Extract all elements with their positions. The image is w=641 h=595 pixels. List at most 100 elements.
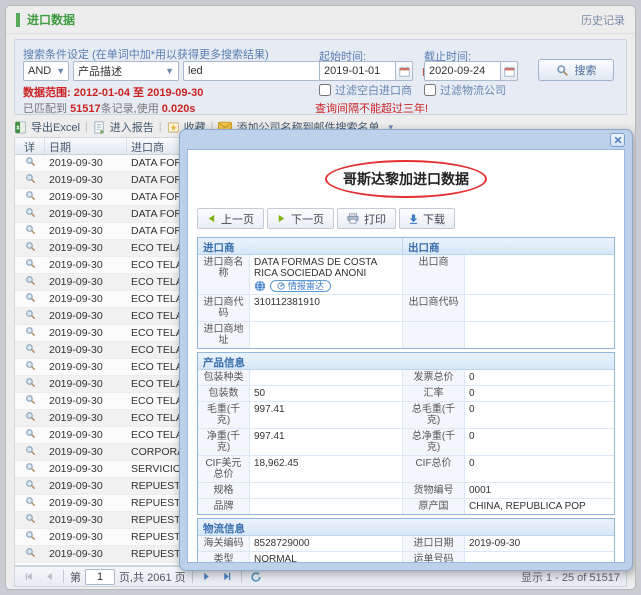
search-field-select[interactable]: 产品描述 ▼ xyxy=(73,61,179,81)
field-value: CHINA, REPUBLICA POP xyxy=(465,499,614,514)
field-value: 997.41 xyxy=(250,402,403,428)
field-value: 0001 xyxy=(465,483,614,498)
row-detail-cell[interactable] xyxy=(15,309,45,323)
magnifier-icon xyxy=(25,462,36,473)
row-detail-cell[interactable] xyxy=(15,190,45,204)
header-date[interactable]: 日期 xyxy=(45,138,127,154)
field-value xyxy=(250,499,403,514)
row-detail-cell[interactable] xyxy=(15,428,45,442)
row-date: 2019-09-30 xyxy=(45,191,127,203)
row-detail-cell[interactable] xyxy=(15,156,45,170)
magnifier-icon xyxy=(25,428,36,439)
row-detail-cell[interactable] xyxy=(15,224,45,238)
filter-blank-importer-checkbox[interactable]: 过滤空白进口商 xyxy=(319,82,412,98)
page-title: 进口数据 xyxy=(27,11,75,28)
arrow-right-icon xyxy=(277,214,286,223)
field-value: NORMAL xyxy=(250,552,403,563)
logistics-rows: 海关编码 8528729000 进口日期 2019-09-30 类型 NORMA… xyxy=(198,536,614,563)
row-date: 2019-09-30 xyxy=(45,225,127,237)
field-value: 8528729000 xyxy=(250,536,403,551)
row-date: 2019-09-30 xyxy=(45,531,127,543)
checkbox-icon[interactable] xyxy=(424,84,436,96)
row-detail-cell[interactable] xyxy=(15,377,45,391)
search-button[interactable]: 搜索 xyxy=(538,59,614,81)
field-value: 0 xyxy=(465,386,614,401)
header-detail[interactable]: 详细 xyxy=(15,138,45,154)
report-icon xyxy=(93,121,106,134)
field-value: 0 xyxy=(465,402,614,428)
end-date-input[interactable] xyxy=(424,61,500,81)
export-excel-button[interactable]: 导出Excel xyxy=(14,119,80,135)
field-value: 0 xyxy=(465,429,614,455)
row-date: 2019-09-30 xyxy=(45,497,127,509)
filter-logistics-checkbox[interactable]: 过滤物流公司 xyxy=(424,82,506,98)
enter-report-button[interactable]: 进入报告 xyxy=(93,119,154,135)
detail-row: 包装数 50 汇率 0 xyxy=(198,386,614,402)
detail-row: 类型 NORMAL 运单号码 xyxy=(198,552,614,563)
row-date: 2019-09-30 xyxy=(45,327,127,339)
next-record-button[interactable]: 下一页 xyxy=(267,208,334,229)
field-value xyxy=(250,370,403,385)
intel-radar-badge[interactable]: 情报雷达 xyxy=(270,280,331,292)
field-label: 原产国 xyxy=(403,499,465,514)
download-button[interactable]: 下载 xyxy=(399,208,455,229)
print-button[interactable]: 打印 xyxy=(337,208,396,229)
importer-section-header: 进口商 xyxy=(198,238,403,254)
start-date-input[interactable] xyxy=(319,61,395,81)
importer-name-label: 进口商名称 xyxy=(198,255,250,294)
row-detail-cell[interactable] xyxy=(15,513,45,527)
row-date: 2019-09-30 xyxy=(45,548,127,560)
field-label: 类型 xyxy=(198,552,250,563)
row-detail-cell[interactable] xyxy=(15,394,45,408)
row-detail-cell[interactable] xyxy=(15,530,45,544)
row-detail-cell[interactable] xyxy=(15,241,45,255)
row-detail-cell[interactable] xyxy=(15,496,45,510)
row-detail-cell[interactable] xyxy=(15,479,45,493)
matched-time: 0.020s xyxy=(162,103,196,115)
row-date: 2019-09-30 xyxy=(45,412,127,424)
field-value: 0 xyxy=(465,456,614,482)
row-detail-cell[interactable] xyxy=(15,445,45,459)
row-detail-cell[interactable] xyxy=(15,343,45,357)
row-detail-cell[interactable] xyxy=(15,564,45,565)
detail-row: 海关编码 8528729000 进口日期 2019-09-30 xyxy=(198,536,614,552)
magnifier-icon xyxy=(25,394,36,405)
matched-records-line: 已匹配到 51517条记录,使用 0.020s xyxy=(23,100,195,116)
boolean-operator-select[interactable]: AND ▼ xyxy=(23,61,69,81)
row-detail-cell[interactable] xyxy=(15,547,45,561)
row-detail-cell[interactable] xyxy=(15,411,45,425)
row-detail-cell[interactable] xyxy=(15,275,45,289)
close-icon[interactable] xyxy=(610,133,625,147)
row-detail-cell[interactable] xyxy=(15,462,45,476)
row-detail-cell[interactable] xyxy=(15,360,45,374)
calendar-icon[interactable] xyxy=(395,61,413,81)
keyword-input[interactable] xyxy=(183,61,335,81)
history-link[interactable]: 历史记录 xyxy=(581,12,625,28)
row-detail-cell[interactable] xyxy=(15,326,45,340)
download-icon xyxy=(409,214,418,224)
field-value: 18,962.45 xyxy=(250,456,403,482)
exporter-code-label: 出口商代码 xyxy=(403,295,465,321)
row-detail-cell[interactable] xyxy=(15,258,45,272)
field-label: 总毛重(千克) xyxy=(403,402,465,428)
logistics-section-header: 物流信息 xyxy=(198,519,614,535)
row-detail-cell[interactable] xyxy=(15,292,45,306)
exporter-code-value xyxy=(465,295,614,321)
page-number-input[interactable] xyxy=(85,569,115,585)
magnifier-icon xyxy=(25,309,36,320)
globe-icon[interactable] xyxy=(254,280,266,292)
checkbox-icon[interactable] xyxy=(319,84,331,96)
prev-page-icon[interactable] xyxy=(41,569,57,585)
modal-toolbar: 上一页 下一页 打印 下载 xyxy=(197,208,615,229)
matched-count: 51517 xyxy=(70,103,101,115)
prev-record-button[interactable]: 上一页 xyxy=(197,208,264,229)
row-detail-cell[interactable] xyxy=(15,173,45,187)
calendar-icon[interactable] xyxy=(500,61,518,81)
magnifier-icon xyxy=(25,377,36,388)
first-page-icon[interactable] xyxy=(21,569,37,585)
row-detail-cell[interactable] xyxy=(15,207,45,221)
field-label: 包装种类 xyxy=(198,370,250,385)
field-label: 发票总价 xyxy=(403,370,465,385)
detail-row: 净重(千克) 997.41 总净重(千克) 0 xyxy=(198,429,614,456)
app-header: 进口数据 历史记录 xyxy=(6,6,635,34)
